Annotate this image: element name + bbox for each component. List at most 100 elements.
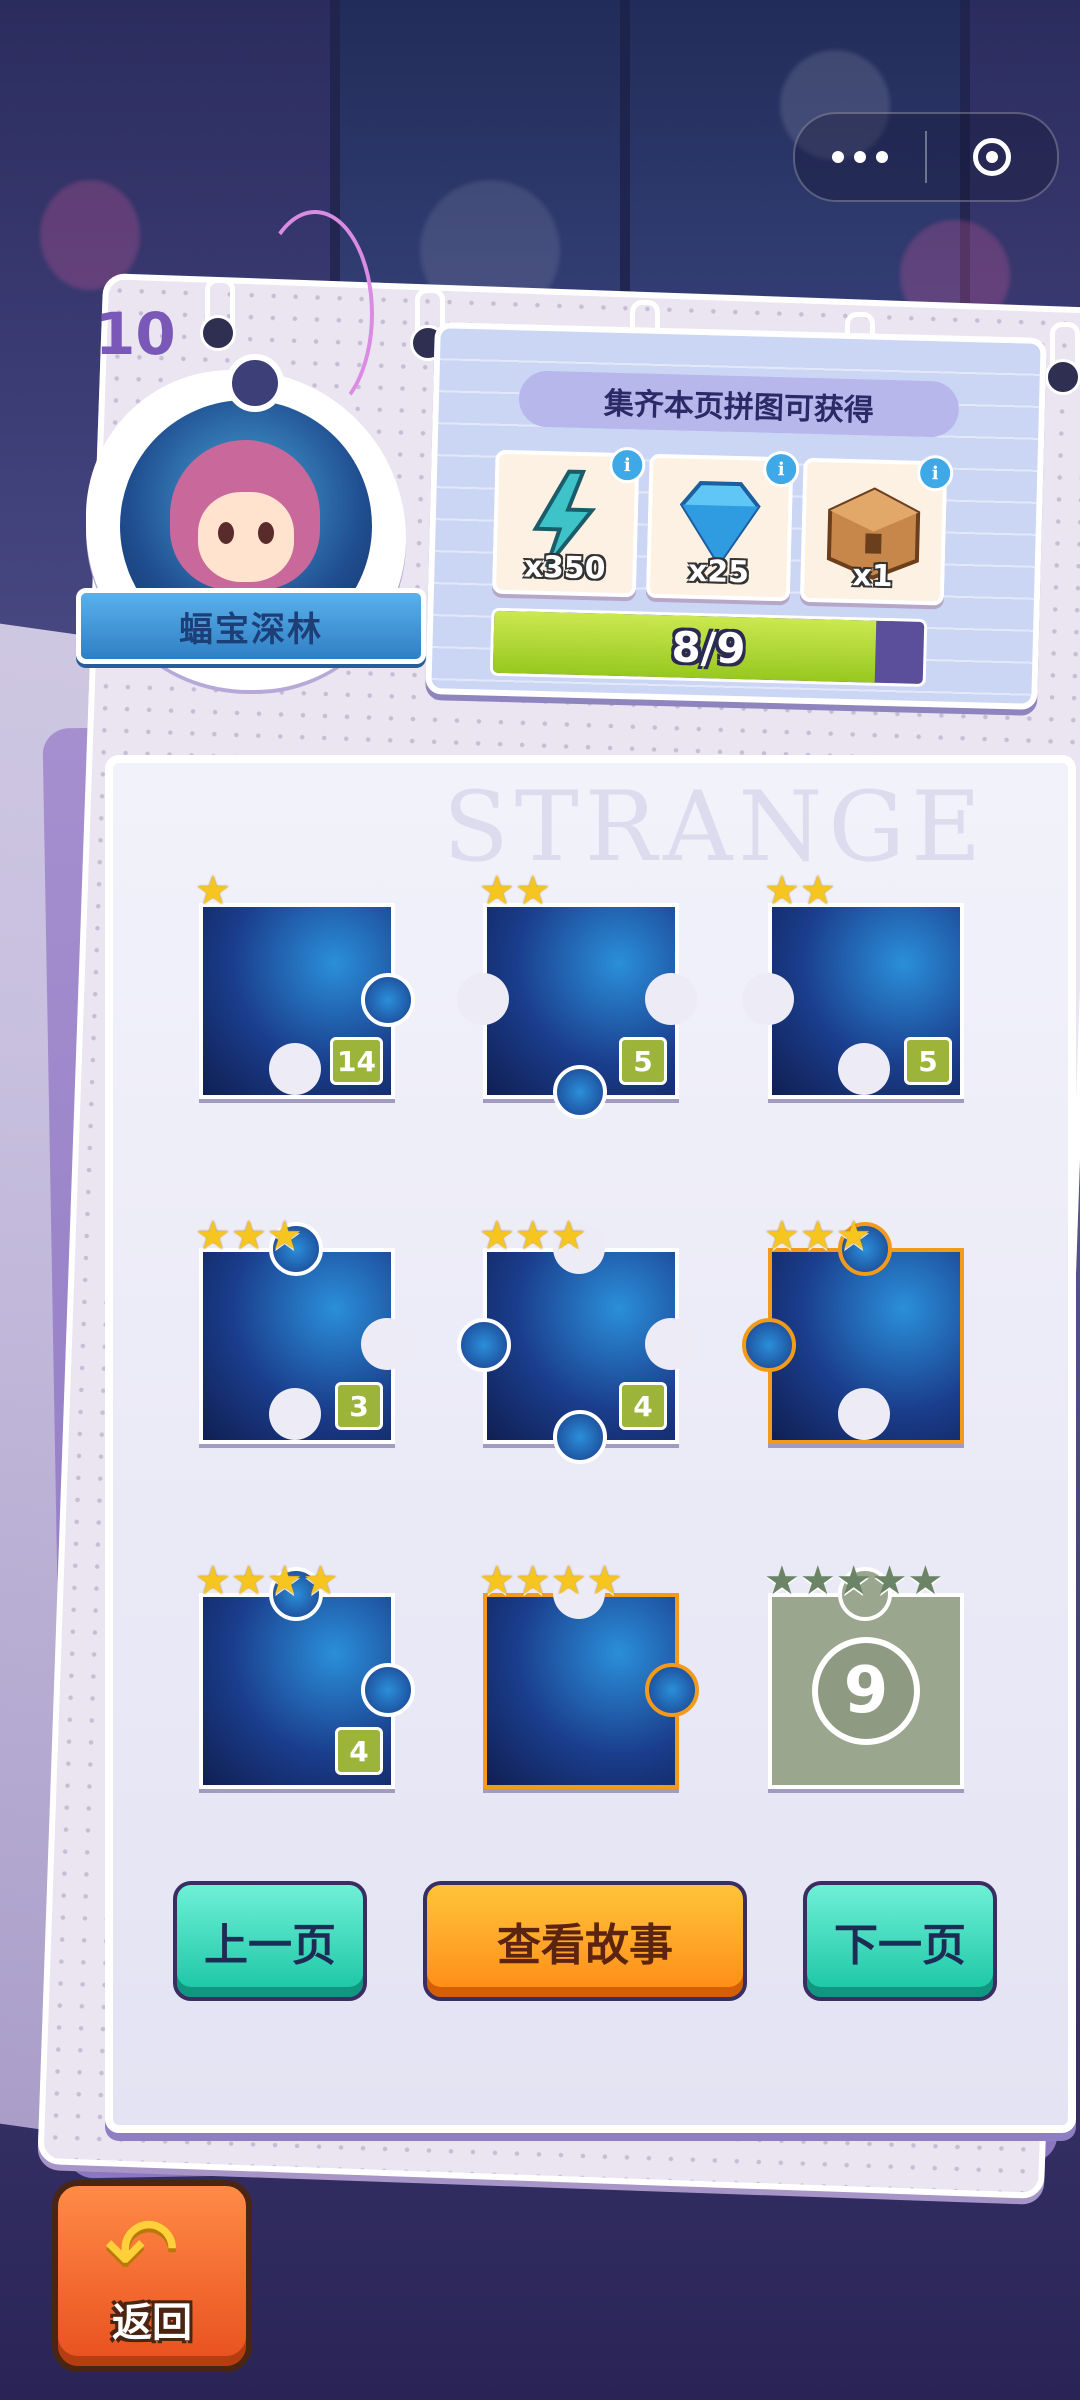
star-icon: ★ (764, 868, 800, 914)
star-rating: ★ ★ (764, 871, 836, 911)
puzzle-notch (838, 1043, 890, 1095)
puzzle-notch (645, 973, 697, 1025)
puzzle-piece-locked[interactable]: ★ ★ ★ ★ ★ 9 (764, 1561, 964, 1789)
puzzle-piece[interactable]: ★ ★ ★ ★ 4 (195, 1561, 415, 1789)
back-button[interactable]: ↶ 返回 (52, 2180, 252, 2372)
star-icon: ★ (514, 1558, 551, 1604)
puzzle-tab (553, 1065, 607, 1119)
locked-piece-number: 9 (812, 1637, 920, 1745)
puzzle-piece[interactable]: ★ ★ ★ 3 (195, 1216, 413, 1444)
reward-qty: x1 (851, 558, 894, 595)
progress-text: 8/9 (671, 621, 747, 673)
puzzle-tab (742, 1318, 796, 1372)
target-close-icon (973, 138, 1011, 176)
star-rating: ★ ★ ★ ★ ★ (764, 1561, 943, 1601)
chapter-name-ribbon: 蝠宝深林 (76, 588, 426, 664)
piece-count-badge: 5 (904, 1037, 952, 1085)
puzzle-tab (361, 973, 415, 1027)
puzzle-notch (838, 1388, 890, 1440)
star-icon: ★ (230, 1558, 267, 1604)
page-number: 10 (95, 300, 176, 368)
puzzle-notch (742, 973, 794, 1025)
star-rating: ★ ★ ★ ★ (479, 1561, 622, 1601)
star-icon: ★ (479, 1213, 515, 1259)
puzzle-tab (645, 1663, 699, 1717)
info-icon[interactable]: i (916, 454, 954, 492)
puzzle-notch (457, 973, 509, 1025)
piece-count-badge: 5 (619, 1037, 667, 1085)
star-icon: ★ (195, 868, 231, 914)
reward-qty: x350 (523, 549, 607, 587)
star-icon: ★ (907, 1558, 944, 1604)
puzzle-tab (457, 1318, 511, 1372)
reward-card: 集齐本页拼图可获得 x350 i x25 i x1 i 8/9 (425, 322, 1047, 710)
puzzle-piece[interactable]: ★ ★ ★ (742, 1216, 964, 1444)
binder-ring (200, 278, 236, 351)
star-icon: ★ (764, 1213, 800, 1259)
more-dots-icon (832, 151, 888, 163)
next-page-button[interactable]: 下一页 (803, 1881, 997, 2001)
puzzle-page: STRANGE ★ 14 ★ ★ 5 ★ ★ 5 ★ ★ ★ 3 ★ ★ ★ 4 ★ ★ ★ ★ ★ ★ ★ 4 ★ ★ ★ ★ ★ ★ ★… (105, 755, 1076, 2133)
star-icon: ★ (479, 1558, 515, 1604)
star-icon: ★ (266, 1558, 303, 1604)
info-icon[interactable]: i (608, 446, 646, 484)
avatar-eye (258, 522, 274, 544)
collection-progress-bar: 8/9 (489, 607, 928, 688)
puzzle-notch (361, 1318, 413, 1370)
puzzle-tab (553, 1410, 607, 1464)
piece-count-badge: 4 (619, 1382, 667, 1430)
star-rating: ★ (195, 871, 231, 911)
star-icon: ★ (764, 1558, 800, 1604)
chapter-avatar-tag: 蝠宝深林 (76, 210, 426, 690)
star-icon: ★ (195, 1558, 231, 1604)
page-watermark: STRANGE (443, 771, 988, 883)
star-icon: ★ (799, 868, 836, 914)
piece-count-badge: 3 (335, 1382, 383, 1430)
reward-item-diamond[interactable]: x25 i (645, 450, 800, 602)
star-icon: ★ (871, 1558, 908, 1604)
star-icon: ★ (514, 1213, 551, 1259)
more-button[interactable] (795, 151, 925, 163)
view-story-button[interactable]: 查看故事 (423, 1881, 747, 2001)
puzzle-piece[interactable]: ★ ★ 5 (457, 871, 697, 1119)
piece-count-badge: 14 (330, 1037, 383, 1085)
piece-count-badge: 4 (335, 1727, 383, 1775)
star-icon: ★ (835, 1558, 872, 1604)
star-icon: ★ (550, 1213, 587, 1259)
star-icon: ★ (586, 1558, 623, 1604)
puzzle-notch (269, 1043, 321, 1095)
back-arrow-icon: ↶ (104, 2198, 180, 2303)
puzzle-piece[interactable]: ★ ★ ★ ★ (479, 1561, 699, 1789)
puzzle-piece[interactable]: ★ ★ 5 (742, 871, 964, 1099)
avatar-face (198, 492, 294, 582)
star-icon: ★ (799, 1213, 836, 1259)
star-icon: ★ (550, 1558, 587, 1604)
star-rating: ★ ★ ★ (479, 1216, 587, 1256)
info-icon[interactable]: i (762, 450, 800, 488)
star-icon: ★ (835, 1213, 872, 1259)
puzzle-piece[interactable]: ★ ★ ★ 4 (457, 1216, 697, 1464)
puzzle-notch (269, 1388, 321, 1440)
puzzle-piece[interactable]: ★ 14 (195, 871, 415, 1099)
avatar-eye (218, 522, 234, 544)
star-icon: ★ (266, 1213, 303, 1259)
reward-qty: x25 (687, 553, 750, 591)
prev-page-button[interactable]: 上一页 (173, 1881, 367, 2001)
star-icon: ★ (514, 868, 551, 914)
back-label: 返回 (112, 2300, 192, 2346)
reward-item-chest[interactable]: x1 i (799, 454, 954, 606)
binder-ring (1045, 322, 1080, 395)
star-icon: ★ (479, 868, 515, 914)
star-rating: ★ ★ ★ ★ (195, 1561, 338, 1601)
close-button[interactable] (927, 138, 1057, 176)
star-rating: ★ ★ (479, 871, 551, 911)
reward-title: 集齐本页拼图可获得 (518, 370, 960, 438)
star-icon: ★ (195, 1213, 231, 1259)
star-rating: ★ ★ ★ (195, 1216, 303, 1256)
star-icon: ★ (302, 1558, 339, 1604)
reward-item-energy[interactable]: x350 i (491, 446, 646, 598)
star-icon: ★ (799, 1558, 836, 1604)
star-rating: ★ ★ ★ (764, 1216, 872, 1256)
puzzle-notch (645, 1318, 697, 1370)
star-icon: ★ (230, 1213, 267, 1259)
